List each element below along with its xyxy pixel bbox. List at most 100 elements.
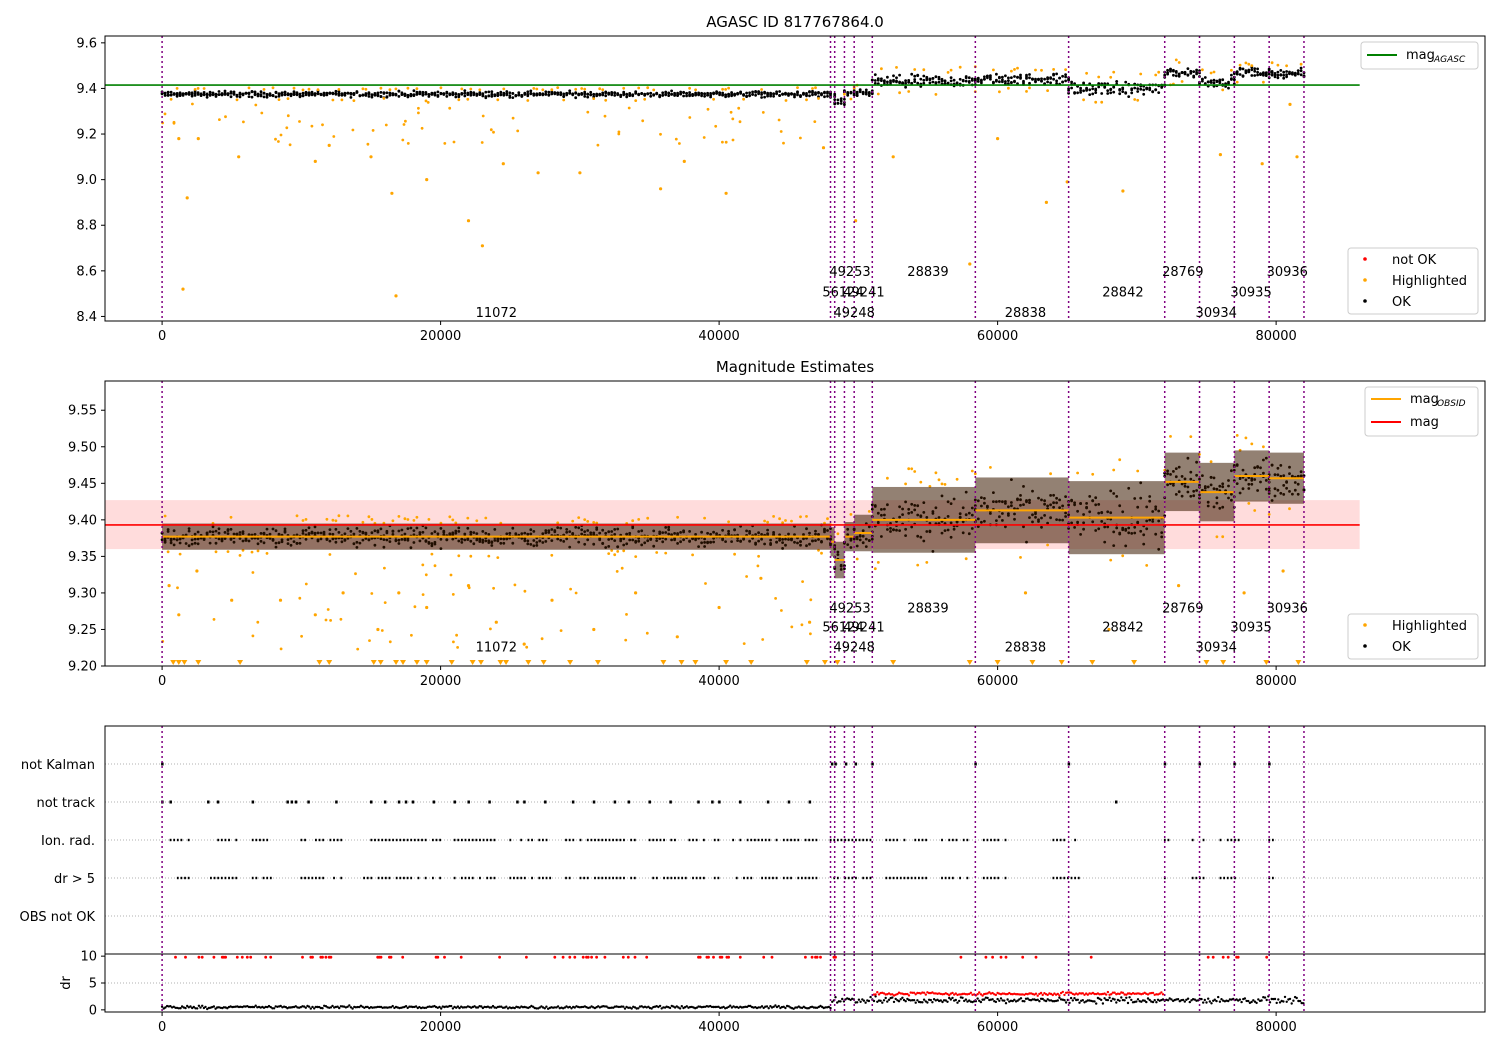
highlighted-point xyxy=(646,86,650,90)
ok-point xyxy=(550,92,554,96)
ok-point xyxy=(247,91,251,95)
highlighted-point xyxy=(1189,435,1193,438)
legend-label: OK xyxy=(1392,295,1411,310)
dr-clipped-point xyxy=(264,955,268,959)
highlighted-outlier xyxy=(688,116,692,119)
dr5-flag xyxy=(311,876,314,880)
ok-point xyxy=(571,93,575,97)
highlighted-point xyxy=(998,90,1001,94)
dr-ok-point xyxy=(1215,999,1218,1003)
ion-rad-flag xyxy=(329,838,332,842)
clipped-marker xyxy=(195,660,202,665)
ok-point xyxy=(163,94,167,97)
ok-point xyxy=(661,91,665,95)
ok-point xyxy=(403,92,407,96)
ok-point xyxy=(244,91,248,95)
highlighted-point xyxy=(946,71,950,74)
highlighted-point xyxy=(487,554,491,558)
highlighted-outlier xyxy=(176,586,179,590)
highlighted-point xyxy=(634,555,638,558)
dr-clipped-point xyxy=(561,955,565,959)
highlighted-outlier xyxy=(1218,153,1222,157)
dr5-flag xyxy=(815,876,818,880)
highlighted-outlier xyxy=(1044,200,1048,204)
ok-point xyxy=(1124,91,1128,95)
ok-point xyxy=(547,93,551,97)
dr-ok-point xyxy=(777,1004,780,1008)
highlighted-point xyxy=(1276,63,1280,67)
ion-rad-flag xyxy=(1230,838,1233,842)
x-tick-label: 40000 xyxy=(698,674,739,689)
dr-ok-point xyxy=(1205,1001,1208,1004)
legend-marker xyxy=(1363,644,1367,648)
ok-point xyxy=(1025,73,1028,77)
ok-point xyxy=(836,101,840,105)
highlighted-point xyxy=(166,550,170,554)
dr5-flag xyxy=(269,876,272,880)
x-tick-label: 0 xyxy=(158,329,166,344)
dr-ok-point xyxy=(1250,1000,1253,1004)
ok-point xyxy=(508,91,512,95)
dr-clipped-point xyxy=(595,955,598,959)
ok-point xyxy=(361,93,365,97)
ion-rad-flag xyxy=(340,838,343,842)
ion-rad-flag xyxy=(951,838,954,842)
ok-point xyxy=(1061,74,1064,78)
ok-point xyxy=(811,93,814,97)
highlighted-outlier xyxy=(354,572,357,576)
dr5-flag xyxy=(1052,876,1055,880)
ok-point xyxy=(1172,69,1175,73)
ok-point xyxy=(268,92,272,95)
dr-clipped-point xyxy=(727,955,730,959)
ok-point xyxy=(763,91,766,95)
legend-label: not OK xyxy=(1392,253,1437,268)
highlighted-point xyxy=(1215,535,1219,539)
ion-rad-flag xyxy=(921,838,924,842)
highlighted-point xyxy=(922,68,926,72)
ok-point xyxy=(1121,90,1125,93)
highlighted-outlier xyxy=(185,196,189,200)
dr-ok-point xyxy=(901,996,904,999)
ok-point xyxy=(745,95,748,98)
ok-point xyxy=(367,91,371,95)
ok-point xyxy=(861,92,865,96)
ion-rad-flag xyxy=(619,838,622,842)
dr-ok-point xyxy=(1130,998,1133,1002)
ok-point xyxy=(331,92,335,96)
ok-point xyxy=(691,94,694,97)
ok-point xyxy=(379,95,383,98)
dr-clipped-point xyxy=(269,955,273,959)
dr5-flag xyxy=(652,876,655,880)
ok-point xyxy=(772,92,775,95)
dr-clipped-point xyxy=(1265,955,1269,959)
highlighted-point xyxy=(992,68,995,72)
not-track-flag xyxy=(697,800,700,804)
ok-point xyxy=(1264,74,1268,77)
highlighted-point xyxy=(460,87,464,91)
highlighted-point xyxy=(1262,80,1265,84)
not-track-flag xyxy=(718,800,721,804)
dr5-flag xyxy=(366,876,369,880)
highlighted-outlier xyxy=(420,126,424,130)
dr5-flag xyxy=(761,876,763,880)
obsid-label: 49253 xyxy=(829,265,870,280)
dr-ok-point xyxy=(1238,998,1242,1001)
y-axis-label: dr xyxy=(59,976,74,990)
ok-point xyxy=(1282,70,1286,74)
dr-clipped-point xyxy=(459,955,463,959)
highlighted-point xyxy=(1250,64,1254,67)
ok-point xyxy=(1221,78,1225,82)
category-label: not track xyxy=(36,796,95,811)
ok-point xyxy=(283,90,287,94)
dr-clipped-point xyxy=(401,955,405,959)
ok-point xyxy=(1250,74,1254,77)
clipped-marker xyxy=(803,660,810,665)
ion-rad-flag xyxy=(753,838,756,842)
highlighted-point xyxy=(247,86,251,90)
dr-ok-point xyxy=(931,1001,934,1004)
ok-point xyxy=(1052,73,1055,77)
highlighted-point xyxy=(733,552,736,556)
dr-ok-point xyxy=(1183,1000,1187,1003)
dr5-flag xyxy=(399,876,402,880)
ion-rad-flag xyxy=(486,838,489,842)
